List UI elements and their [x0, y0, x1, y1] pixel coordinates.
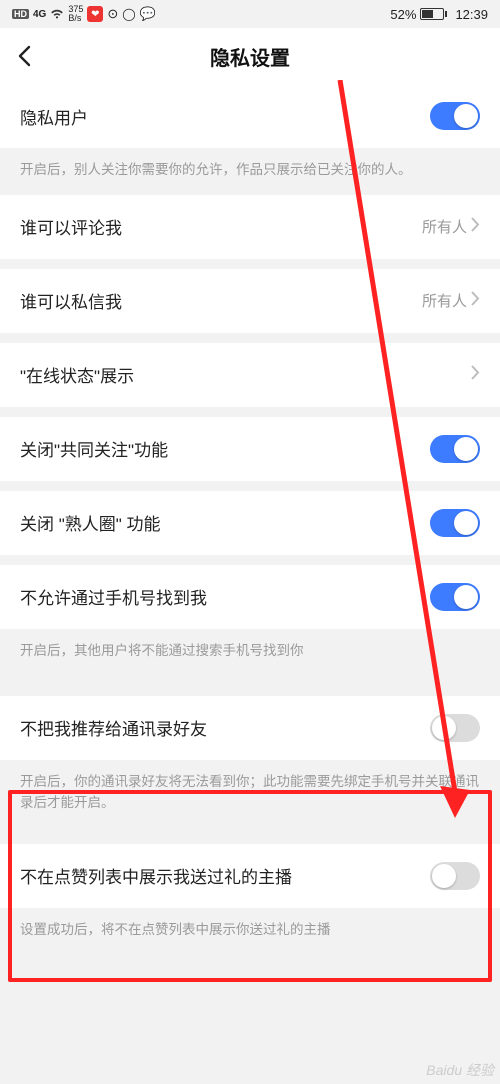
row-label: 不允许通过手机号找到我	[20, 584, 207, 609]
battery-icon	[420, 8, 447, 20]
row-value: 所有人	[422, 216, 467, 237]
toggle-private-user[interactable]	[430, 102, 480, 130]
chevron-right-icon	[471, 291, 480, 310]
row-close-mutual[interactable]: 关闭"共同关注"功能	[0, 417, 500, 481]
row-private-user[interactable]: 隐私用户	[0, 84, 500, 148]
chat-icon: 💬	[140, 6, 156, 22]
network-icon: 4G	[33, 9, 46, 20]
row-label: 不在点赞列表中展示我送过礼的主播	[20, 863, 292, 888]
row-label: 谁可以私信我	[20, 288, 122, 313]
hint-private-user: 开启后，别人关注你需要你的允许，作品只展示给已关注你的人。	[0, 148, 500, 195]
back-button[interactable]	[12, 44, 36, 68]
row-no-gift-list[interactable]: 不在点赞列表中展示我送过礼的主播	[0, 844, 500, 908]
row-label: 谁可以评论我	[20, 214, 122, 239]
hd-icon: HD	[12, 9, 29, 19]
toggle-phone-find[interactable]	[430, 583, 480, 611]
hint-phone-find: 开启后，其他用户将不能通过搜索手机号找到你	[0, 629, 500, 676]
row-label: 关闭"共同关注"功能	[20, 436, 168, 461]
row-label: 关闭 "熟人圈" 功能	[20, 510, 161, 535]
row-value: 所有人	[422, 290, 467, 311]
wifi-icon	[50, 7, 64, 22]
status-left: HD 4G 375 B/s ❤ ⊙ ◯ 💬	[12, 5, 156, 23]
toggle-no-recommend-contacts[interactable]	[430, 714, 480, 742]
row-no-recommend-contacts[interactable]: 不把我推荐给通讯录好友	[0, 696, 500, 760]
row-label: 隐私用户	[20, 104, 88, 129]
header: 隐私设置	[0, 28, 500, 84]
row-phone-find[interactable]: 不允许通过手机号找到我	[0, 565, 500, 629]
notif-icon: ⊙	[107, 6, 118, 22]
row-online-status[interactable]: "在线状态"展示	[0, 343, 500, 407]
chevron-right-icon	[471, 217, 480, 236]
gear-outline-icon: ◯	[122, 7, 135, 21]
net-speed: 375 B/s	[68, 5, 83, 23]
page-title: 隐私设置	[210, 42, 290, 71]
toggle-close-acquaintance[interactable]	[430, 509, 480, 537]
row-comment[interactable]: 谁可以评论我 所有人	[0, 195, 500, 259]
chevron-right-icon	[471, 365, 480, 384]
clock: 12:39	[455, 7, 488, 22]
row-label: 不把我推荐给通讯录好友	[20, 715, 207, 740]
row-dm[interactable]: 谁可以私信我 所有人	[0, 269, 500, 333]
status-right: 52% 12:39	[390, 7, 488, 22]
watermark: Baidu 经验	[426, 1060, 494, 1080]
hint-no-recommend: 开启后，你的通讯录好友将无法看到你；此功能需要先绑定手机号并关联通讯录后才能开启…	[0, 760, 500, 828]
toggle-close-mutual[interactable]	[430, 435, 480, 463]
row-close-acquaintance[interactable]: 关闭 "熟人圈" 功能	[0, 491, 500, 555]
hint-no-gift: 设置成功后，将不在点赞列表中展示你送过礼的主播	[0, 908, 500, 955]
row-label: "在线状态"展示	[20, 362, 134, 387]
app-icon: ❤	[87, 6, 103, 22]
battery-pct: 52%	[390, 7, 416, 22]
status-bar: HD 4G 375 B/s ❤ ⊙ ◯ 💬 52% 12:39	[0, 0, 500, 28]
toggle-no-gift-list[interactable]	[430, 862, 480, 890]
